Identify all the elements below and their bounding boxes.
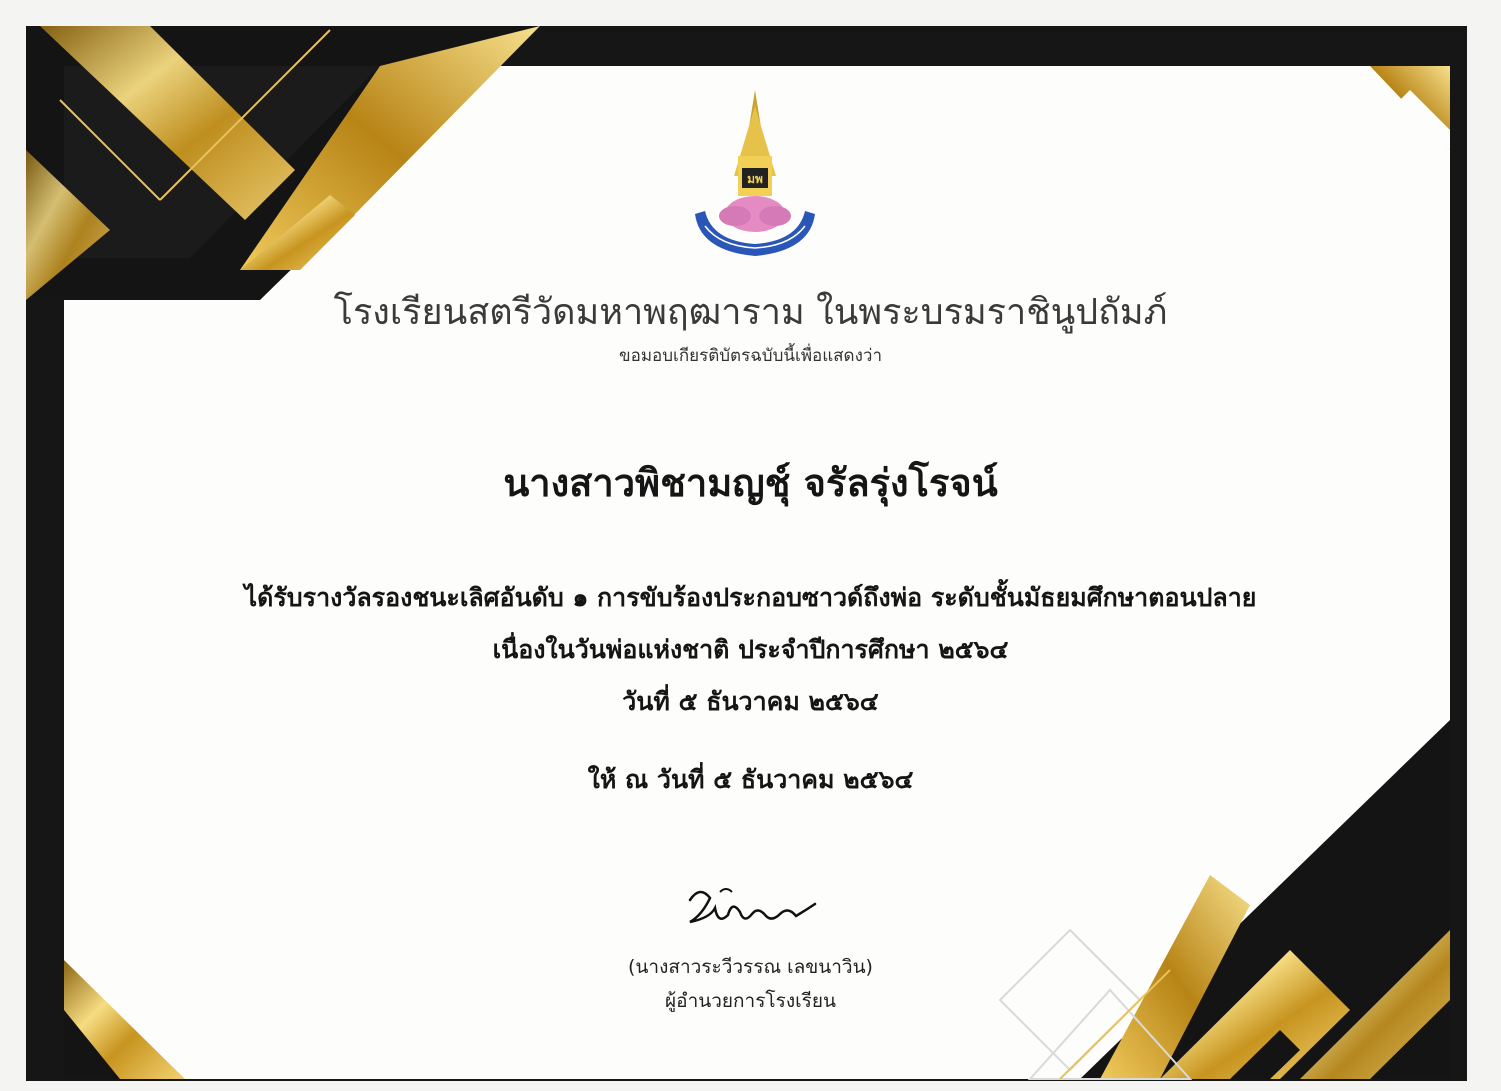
school-logo: มพ — [695, 90, 815, 256]
certificate-intro: ขอมอบเกียรติบัตรฉบับนี้เพื่อแสดงว่า — [618, 346, 882, 366]
signer-name: (นางสาวระวีวรรณ เลขนาวิน) — [628, 956, 873, 978]
award-description-line2: เนื่องในวันพ่อแห่งชาติ ประจำปีการศึกษา ๒… — [492, 635, 1009, 664]
top-right-corner-ornament — [1370, 66, 1450, 150]
signer-title: ผู้อำนวยการโรงเรียน — [665, 990, 836, 1012]
given-date: ให้ ณ วันที่ ๕ ธันวาคม ๒๕๖๔ — [587, 765, 914, 794]
top-left-corner-ornament — [26, 26, 540, 300]
award-description-line3: วันที่ ๕ ธันวาคม ๒๕๖๔ — [622, 687, 879, 716]
signature — [688, 888, 817, 924]
award-description-line1: ได้รับรางวัลรองชนะเลิศอันดับ ๑ การขับร้อ… — [244, 583, 1257, 612]
recipient-name: นางสาวพิชามญชุ์ จรัลรุ่งโรจน์ — [503, 461, 998, 505]
logo-lettering: มพ — [747, 172, 763, 186]
school-name: โรงเรียนสตรีวัดมหาพฤฒาราม ในพระบรมราชินู… — [333, 292, 1168, 333]
